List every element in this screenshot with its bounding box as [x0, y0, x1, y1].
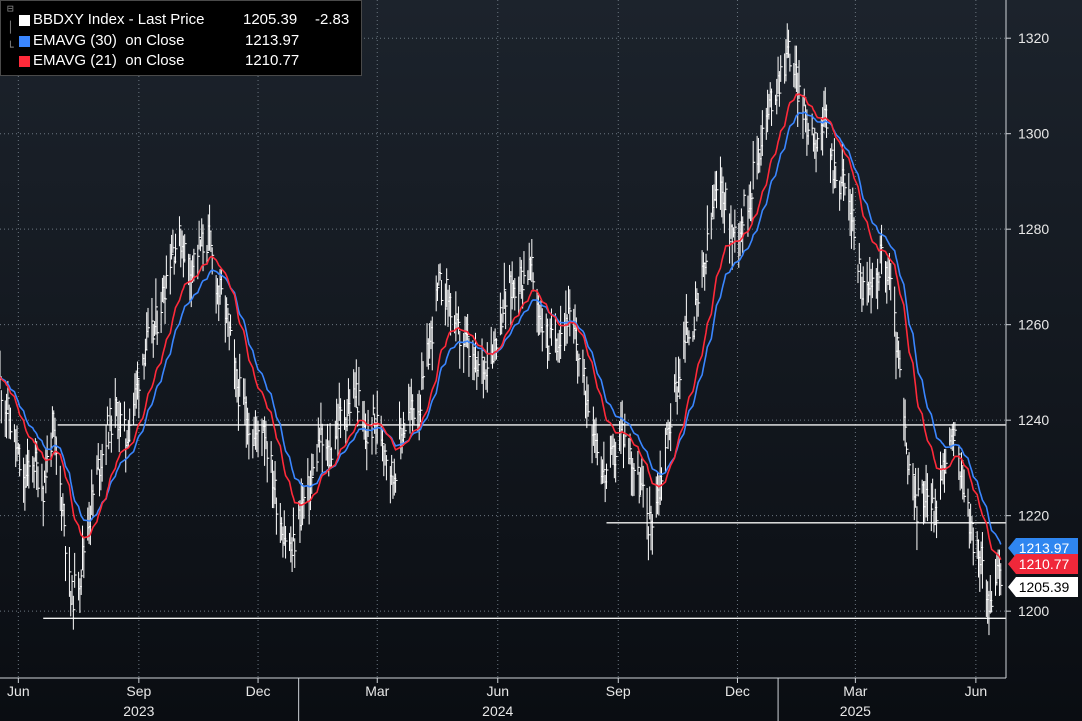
legend-value: 1210.77: [245, 52, 300, 69]
x-tick-label: Jun: [7, 683, 30, 699]
y-tick-label: 1200: [1018, 603, 1049, 619]
legend-label: EMAVG (30) on Close: [33, 32, 185, 49]
bbdxy-chart: 1200 1220 1240 1260 1280 1300 1320 Jun Sep Dec Mar…: [0, 0, 1082, 721]
grid: [0, 0, 1006, 678]
horizontal-levels: [43, 424, 1006, 620]
x-year-label: 2023: [123, 703, 154, 719]
ema21-tag-label: 1210.77: [1019, 556, 1070, 572]
x-tick-label: Sep: [606, 683, 631, 699]
x-tick-label: Sep: [126, 683, 151, 699]
y-tick-label: 1320: [1018, 30, 1049, 46]
legend-change: -2.83: [315, 11, 350, 28]
legend-item-ema21[interactable]: EMAVG (21) on Close 1210.77: [33, 51, 363, 71]
x-tick-label: Dec: [725, 683, 750, 699]
legend-swatch-price: [19, 15, 30, 26]
legend-branch-icon: └: [7, 41, 14, 54]
x-tick-label: Dec: [246, 683, 271, 699]
chart-canvas: 1200 1220 1240 1260 1280 1300 1320 Jun Sep Dec Mar…: [0, 0, 1078, 721]
legend-value: 1205.39: [243, 11, 298, 28]
legend-item-ema30[interactable]: EMAVG (30) on Close 1213.97: [33, 31, 363, 51]
ema21-tag: 1210.77: [1008, 554, 1078, 574]
y-tick-label: 1260: [1018, 317, 1049, 333]
x-tick-label: Jun: [486, 683, 509, 699]
x-tick-label: Jun: [965, 683, 988, 699]
legend-swatch-ema21: [19, 56, 30, 67]
legend: ⊟ │ └ BBDXY Index - Last Price 1205.39 -…: [0, 0, 362, 76]
y-tick-label: 1300: [1018, 126, 1049, 142]
x-year-label: 2025: [840, 703, 871, 719]
legend-label: EMAVG (21) on Close: [33, 52, 185, 69]
ema30-tag-label: 1213.97: [1019, 540, 1070, 556]
x-tick-label: Mar: [365, 683, 389, 699]
last-price-tag: 1205.39: [1008, 577, 1078, 597]
legend-value: 1213.97: [245, 32, 300, 49]
y-tick-label: 1220: [1018, 508, 1049, 524]
legend-item-price[interactable]: BBDXY Index - Last Price 1205.39 -2.83: [33, 10, 363, 30]
legend-label: BBDXY Index - Last Price: [33, 11, 205, 28]
legend-tree-icon[interactable]: ⊟: [7, 2, 14, 15]
x-tick-label: Mar: [843, 683, 867, 699]
value-tags: 1213.971210.77 1205.39: [1008, 538, 1078, 597]
last-price-tag-label: 1205.39: [1019, 579, 1070, 595]
price-bars: [0, 23, 1003, 636]
x-year-label: 2024: [482, 703, 513, 719]
legend-branch-icon: │: [7, 21, 14, 34]
legend-swatch-ema30: [19, 36, 30, 47]
y-tick-label: 1240: [1018, 412, 1049, 428]
y-tick-label: 1280: [1018, 221, 1049, 237]
axes: 1200 1220 1240 1260 1280 1300 1320 Jun Sep Dec Mar…: [0, 0, 1049, 721]
